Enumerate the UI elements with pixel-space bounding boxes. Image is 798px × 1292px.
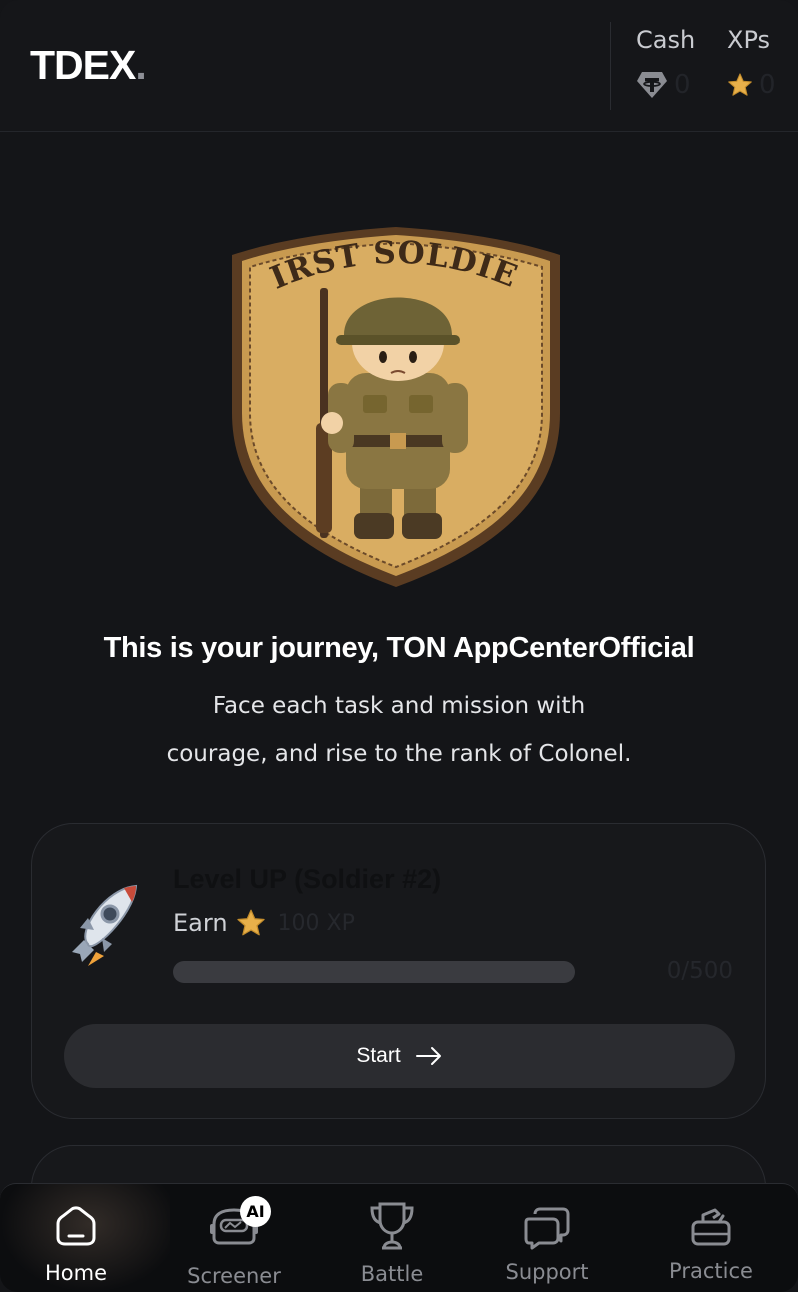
practice-icon: [691, 1208, 731, 1246]
mission-card: Level UP (Soldier #2) Earn 100 XP 0/500 …: [31, 823, 766, 1119]
start-button[interactable]: Start: [64, 1024, 735, 1088]
xp-value: 0: [759, 70, 776, 100]
journey-subline-2: courage, and rise to the rank of Colonel…: [166, 741, 632, 767]
reward-value: 100 XP: [277, 910, 355, 936]
rocket-icon: [72, 884, 138, 966]
nav-battle[interactable]: Battle: [312, 1184, 472, 1292]
arrow-right-icon: [415, 1047, 441, 1065]
nav-home[interactable]: Home: [0, 1184, 156, 1292]
mission-reward: Earn 100 XP: [173, 908, 355, 938]
nav-support[interactable]: Support: [467, 1184, 627, 1292]
nav-home-label: Home: [44, 1261, 107, 1285]
star-icon: [236, 909, 265, 936]
mission-title: Level UP (Soldier #2): [173, 864, 442, 894]
home-icon: [56, 1206, 96, 1246]
nav-battle-label: Battle: [360, 1262, 424, 1286]
ai-badge: AI: [240, 1196, 271, 1227]
nav-support-label: Support: [505, 1260, 589, 1284]
nav-practice-label: Practice: [669, 1259, 753, 1283]
cash-label: Cash: [636, 26, 696, 54]
progress-text: 0/500: [666, 958, 733, 984]
xp-balance[interactable]: XPs 0: [727, 26, 776, 100]
earn-label: Earn: [173, 909, 228, 937]
trophy-icon: [370, 1202, 414, 1250]
top-header: TDEX. Cash 0 XPs 0: [0, 0, 798, 132]
tether-icon: [637, 72, 667, 98]
journey-headline: This is your journey, TON AppCenterOffic…: [103, 632, 695, 664]
bottom-nav: Home AI Screener Battle Support Practice: [0, 1183, 798, 1292]
nav-screener-label: Screener: [187, 1264, 281, 1288]
cash-balance[interactable]: Cash 0: [636, 26, 695, 100]
chat-icon: [524, 1207, 570, 1250]
first-soldier-badge: FIRST SOLDIER: [228, 223, 560, 587]
header-divider: [610, 22, 611, 110]
nav-practice[interactable]: Practice: [631, 1184, 791, 1292]
star-icon: [728, 73, 752, 96]
xp-label: XPs: [727, 26, 770, 54]
start-label: Start: [356, 1044, 401, 1067]
journey-subline-1: Face each task and mission with: [212, 693, 586, 719]
nav-screener[interactable]: AI Screener: [154, 1184, 314, 1292]
app-screen: TDEX. Cash 0 XPs 0 IRST SOLDIE This is y…: [0, 0, 798, 1292]
mission-progress-bar: [173, 961, 575, 983]
cash-value: 0: [674, 70, 691, 100]
tdex-logo[interactable]: TDEX.: [30, 42, 147, 89]
